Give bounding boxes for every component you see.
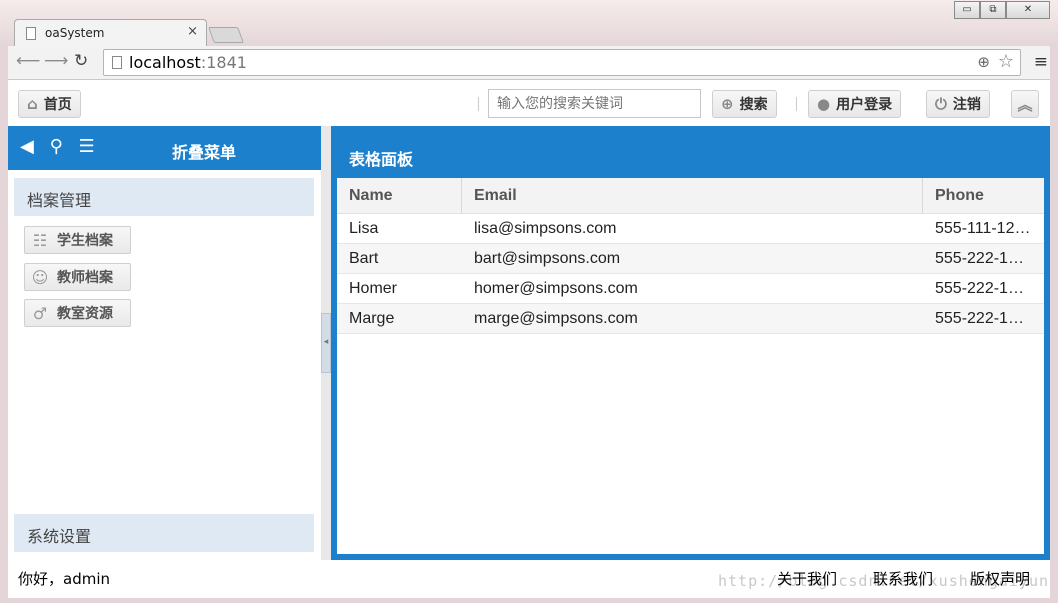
sidebar-item-classroom-resources[interactable]: ♂ 教室资源	[24, 299, 131, 327]
contact-us-link[interactable]: 联系我们	[873, 568, 933, 589]
divider	[478, 97, 479, 111]
table-row[interactable]: Bart bart@simpsons.com 555-222-1234	[337, 244, 1044, 274]
cell-name: Marge	[349, 310, 395, 327]
back-arrow-icon[interactable]: ⟵	[16, 51, 40, 71]
chevron-left-circle-icon[interactable]: ◀	[20, 136, 34, 157]
logout-label: 注销	[952, 97, 981, 113]
sidebar-header: ◀ ⚲ ☰ 折叠菜单	[8, 126, 321, 170]
table-row[interactable]: Marge marge@simpsons.com 555-222-1254	[337, 304, 1044, 334]
power-icon: ⏻	[935, 95, 947, 113]
sidebar: ◀ ⚲ ☰ 折叠菜单 档案管理 ☷ 学生档案 ☺ 教师档案 ♂ 教室资源 系统设…	[8, 126, 321, 560]
male-icon: ♂	[32, 303, 48, 323]
sidebar-item-teacher-archives[interactable]: ☺ 教师档案	[24, 263, 131, 291]
cell-name: Bart	[349, 250, 379, 267]
window-frame-left	[0, 46, 8, 603]
browser-toolbar: ⟵ ⟶ ↻ localhost:1841 ⊕ ☆ ≡	[8, 46, 1050, 80]
zoom-icon[interactable]: ⊕	[977, 53, 990, 71]
cell-phone: 555-111-1224	[935, 220, 1033, 237]
search-button[interactable]: ⊕ 搜索	[712, 90, 777, 118]
bars-icon[interactable]: ☰	[79, 136, 95, 157]
address-text: localhost:1841	[129, 53, 247, 72]
cell-email: lisa@simpsons.com	[474, 220, 617, 237]
reddit-icon: ☺	[31, 267, 49, 287]
sidebar-item-student-archives[interactable]: ☷ 学生档案	[24, 226, 131, 254]
login-label: 用户登录	[836, 97, 893, 113]
forward-arrow-icon[interactable]: ⟶	[44, 51, 68, 71]
browser-menu-icon[interactable]: ≡	[1034, 52, 1048, 72]
list-icon: ☷	[32, 230, 48, 250]
page-icon	[26, 27, 36, 40]
tab-close-icon[interactable]: ×	[187, 24, 198, 39]
sidebar-section-archives[interactable]: 档案管理	[14, 178, 314, 216]
sidebar-section-settings[interactable]: 系统设置	[14, 514, 314, 552]
panel-title: 表格面板	[349, 150, 414, 169]
table-row[interactable]: Lisa lisa@simpsons.com 555-111-1224	[337, 214, 1044, 244]
browser-titlebar: oaSystem × ▭ ⧉ ✕	[0, 0, 1058, 47]
grid-panel: 表格面板 Name Email Phone Lisa lisa@simpsons…	[331, 126, 1050, 560]
cell-name: Lisa	[349, 220, 379, 237]
divider	[796, 97, 797, 111]
search-input[interactable]	[488, 89, 701, 118]
user-icon: ●	[817, 95, 831, 113]
home-label: 首页	[43, 97, 72, 113]
window-controls: ▭ ⧉ ✕	[954, 1, 1050, 19]
user-login-button[interactable]: ● 用户登录	[808, 90, 902, 118]
map-marker-icon[interactable]: ⚲	[50, 136, 63, 157]
sidebar-item-label: 教室资源	[57, 306, 113, 322]
table-row[interactable]: Homer homer@simpsons.com 555-222-1244	[337, 274, 1044, 304]
page-icon	[112, 56, 122, 69]
cell-email: bart@simpsons.com	[474, 250, 621, 267]
sidebar-item-label: 学生档案	[57, 233, 113, 249]
about-us-link[interactable]: 关于我们	[777, 568, 837, 589]
bookmark-star-icon[interactable]: ☆	[998, 51, 1014, 72]
logout-button[interactable]: ⏻ 注销	[926, 90, 990, 118]
home-button[interactable]: ⌂ 首页	[18, 90, 81, 118]
greeting-text: 你好，admin	[18, 570, 110, 588]
maximize-button[interactable]: ⧉	[980, 1, 1006, 19]
cell-email: homer@simpsons.com	[474, 280, 638, 297]
close-window-button[interactable]: ✕	[1006, 1, 1050, 19]
minimize-button[interactable]: ▭	[954, 1, 980, 19]
column-header-name[interactable]: Name	[337, 178, 461, 213]
grid-header: Name Email Phone	[337, 178, 1044, 214]
chevron-up-icon: ︽	[1017, 95, 1033, 114]
cell-email: marge@simpsons.com	[474, 310, 638, 327]
collapse-handle[interactable]: ◂	[321, 313, 331, 373]
page-footer: 你好，admin http://blog.csdn.net/xushengaiy…	[8, 560, 1050, 598]
column-header-phone[interactable]: Phone	[922, 178, 1044, 213]
home-icon: ⌂	[27, 95, 38, 113]
sidebar-title: 折叠菜单	[172, 143, 237, 162]
search-icon: ⊕	[721, 95, 734, 113]
browser-tab[interactable]: oaSystem ×	[14, 19, 207, 47]
tab-title: oaSystem	[45, 26, 105, 40]
data-grid: Name Email Phone Lisa lisa@simpsons.com …	[337, 178, 1044, 554]
cell-name: Homer	[349, 280, 398, 297]
cell-phone: 555-222-1234	[935, 250, 1035, 267]
column-header-email[interactable]: Email	[461, 178, 923, 213]
collapse-header-button[interactable]: ︽	[1011, 90, 1039, 118]
page-header: ⌂ 首页 ⊕ 搜索 ● 用户登录 ⏻ 注销 ︽	[8, 81, 1050, 126]
cell-phone: 555-222-1254	[935, 310, 1035, 327]
address-bar[interactable]: localhost:1841 ⊕ ☆	[103, 49, 1021, 76]
sidebar-item-label: 教师档案	[57, 270, 113, 286]
window-frame-right	[1050, 46, 1058, 603]
copyright-link[interactable]: 版权声明	[970, 568, 1030, 589]
sidebar-header-icons: ◀ ⚲ ☰	[20, 136, 105, 157]
new-tab-button[interactable]	[208, 27, 244, 43]
reload-icon[interactable]: ↻	[74, 51, 88, 71]
search-label: 搜索	[739, 97, 768, 113]
window-frame-bottom	[0, 598, 1058, 603]
cell-phone: 555-222-1244	[935, 280, 1035, 297]
